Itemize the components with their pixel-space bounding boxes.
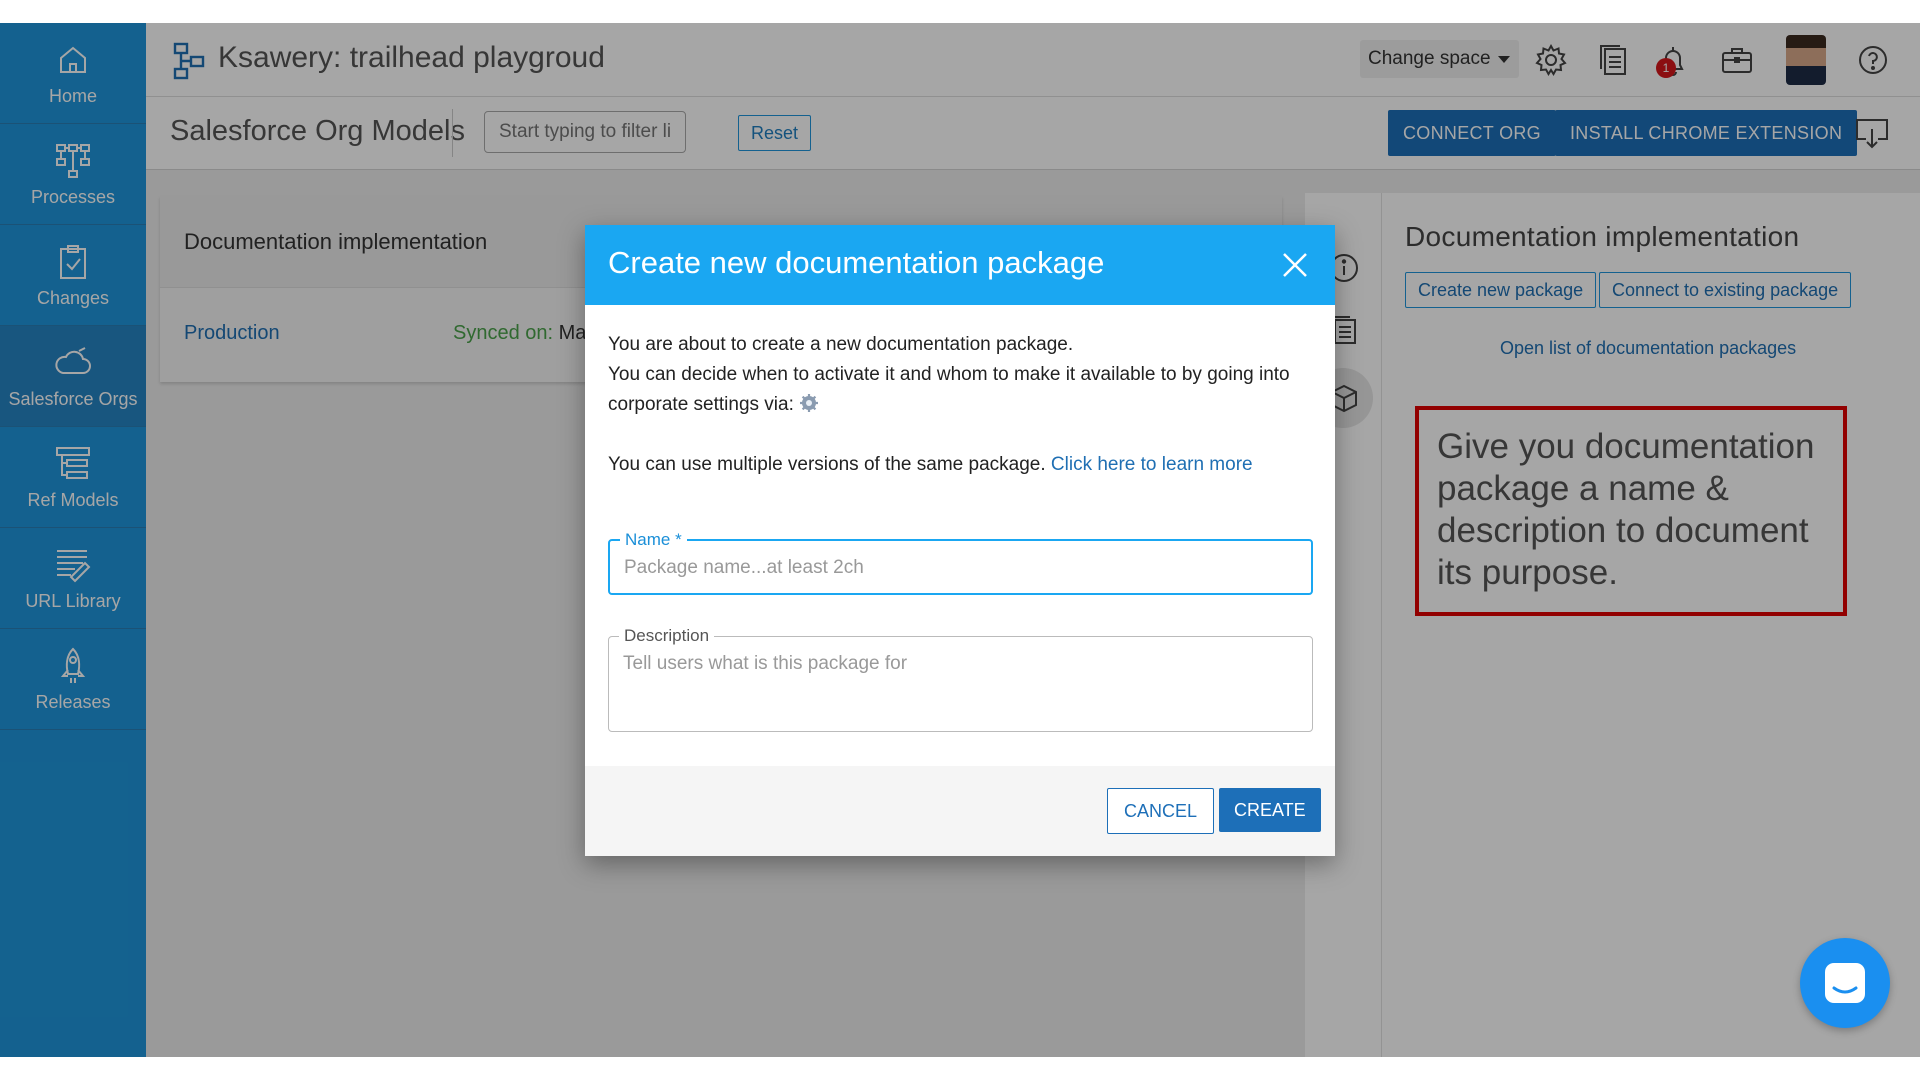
dialog-text-settings: You can decide when to activate it and w… [608, 364, 1290, 415]
chat-launcher-button[interactable] [1800, 938, 1890, 1028]
create-button[interactable]: CREATE [1219, 788, 1321, 832]
dialog-body: You are about to create a new documentat… [608, 330, 1308, 480]
name-label: Name * [620, 530, 687, 550]
dialog-text-line: You can decide when to activate it and w… [608, 360, 1308, 420]
dialog-footer: CANCEL CREATE [585, 766, 1335, 856]
name-field[interactable]: Name * [608, 530, 1313, 595]
dialog-text-versions: You can use multiple versions of the sam… [608, 454, 1046, 475]
description-label: Description [619, 626, 715, 646]
dialog-header: Create new documentation package [585, 225, 1335, 305]
chat-icon [1825, 963, 1865, 1003]
settings-gear-icon [800, 394, 819, 412]
learn-more-link[interactable]: Click here to learn more [1051, 454, 1253, 475]
dialog-title: Create new documentation package [608, 245, 1105, 280]
close-icon[interactable] [1281, 251, 1309, 279]
create-package-dialog: Create new documentation package You are… [585, 225, 1335, 856]
description-input[interactable] [623, 653, 1283, 713]
name-input[interactable] [624, 557, 1284, 579]
description-field[interactable]: Description [608, 626, 1313, 732]
app-frame: Home Processes Changes Salesforce Orgs R… [0, 23, 1920, 1057]
dialog-text-line: You are about to create a new documentat… [608, 334, 1074, 355]
cancel-button[interactable]: CANCEL [1107, 788, 1215, 834]
dialog-text-line: You can use multiple versions of the sam… [608, 450, 1308, 480]
